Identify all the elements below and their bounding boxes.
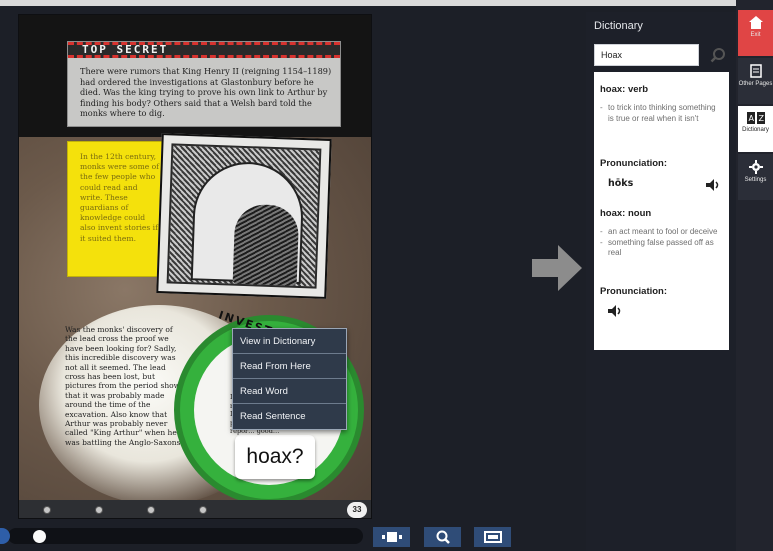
menu-item-read-word[interactable]: Read Word [233, 379, 346, 404]
reader-app: TOP SECRET There were rumors that King H… [0, 0, 773, 551]
illustration-frame [166, 143, 322, 289]
page-rivet [199, 506, 207, 514]
entry-heading-verb: hoax: verb [600, 84, 649, 95]
pages-icon [749, 64, 762, 78]
gear-icon [748, 160, 763, 174]
top-secret-title: TOP SECRET [82, 43, 169, 56]
page-number: 33 [347, 502, 367, 518]
definition: to trick into thinking something is true… [600, 103, 722, 124]
page-slider-handle[interactable] [33, 530, 47, 543]
exit-label: Exit [750, 32, 761, 38]
sticky-note: In the 12th century, monks were some of … [67, 141, 167, 277]
definition: something false passed off as real [600, 238, 722, 259]
other-pages-button[interactable]: Other Pages [738, 58, 773, 104]
speaker-icon[interactable] [608, 305, 622, 317]
dictionary-title: Dictionary [594, 20, 643, 32]
selected-word-popup: hoax? [235, 435, 315, 479]
dictionary-results: hoax: verb to trick into thinking someth… [594, 72, 729, 350]
dictionary-button[interactable]: A Z Dictionary [738, 106, 773, 152]
arrow-right-icon [532, 245, 582, 291]
entry-heading-noun: hoax: noun [600, 208, 652, 219]
menu-item-read-sentence[interactable]: Read Sentence [233, 404, 346, 429]
page-view-icon [381, 532, 402, 542]
top-secret-text[interactable]: There were rumors that King Henry II (re… [80, 66, 334, 119]
top-secret-band: TOP SECRET [68, 42, 340, 58]
exit-button[interactable]: Exit [738, 10, 773, 56]
pronunciation-text: hōks [608, 178, 634, 189]
entry-definitions-verb: to trick into thinking something is true… [600, 103, 722, 124]
svg-text:A: A [748, 114, 754, 123]
search-icon [710, 48, 725, 63]
top-secret-box: TOP SECRET There were rumors that King H… [67, 41, 341, 127]
other-pages-label: Other Pages [738, 81, 773, 87]
page-rivet [43, 506, 51, 514]
top-strip [0, 0, 773, 6]
settings-button[interactable]: Settings [738, 154, 773, 200]
monk-figure [232, 203, 300, 286]
context-menu: View in Dictionary Read From Here Read W… [232, 328, 347, 430]
dictionary-search-input[interactable]: Hoax [594, 44, 699, 66]
page-slider-track[interactable] [8, 528, 363, 544]
dictionary-label: Dictionary [742, 127, 769, 133]
settings-label: Settings [744, 177, 767, 183]
home-icon [748, 16, 763, 29]
zoom-icon [436, 530, 450, 544]
menu-item-read-from-here[interactable]: Read From Here [233, 354, 346, 379]
pronunciation-label: Pronunciation: [600, 286, 668, 297]
page-rivet [147, 506, 155, 514]
pronunciation-label: Pronunciation: [600, 158, 668, 169]
page-slider-fill [0, 528, 10, 544]
book-page[interactable]: TOP SECRET There were rumors that King H… [18, 14, 372, 519]
page-view-button[interactable] [373, 527, 410, 547]
speaker-icon[interactable] [706, 179, 720, 191]
body-text[interactable]: Was the monks' discovery of the lead cro… [65, 325, 185, 447]
sticky-note-text[interactable]: In the 12th century, monks were some of … [80, 152, 162, 244]
dictionary-icon: A Z [746, 112, 765, 124]
menu-item-view-in-dictionary[interactable]: View in Dictionary [233, 329, 346, 354]
page-footer-strip: 33 [19, 500, 371, 518]
fullscreen-icon [483, 531, 502, 543]
right-toolbar: Exit Other Pages A Z Dictionary Settings [736, 0, 773, 551]
zoom-button[interactable] [424, 527, 461, 547]
dictionary-panel: Dictionary Hoax hoax: verb to trick into… [586, 12, 736, 551]
fullscreen-button[interactable] [474, 527, 511, 547]
svg-text:Z: Z [758, 114, 764, 123]
dictionary-search-button[interactable] [706, 44, 730, 66]
definition: an act meant to fool or deceive [600, 227, 722, 238]
page-rivet [95, 506, 103, 514]
illustration-arch [190, 160, 305, 286]
monk-illustration [156, 133, 332, 299]
entry-definitions-noun: an act meant to fool or deceive somethin… [600, 227, 722, 259]
